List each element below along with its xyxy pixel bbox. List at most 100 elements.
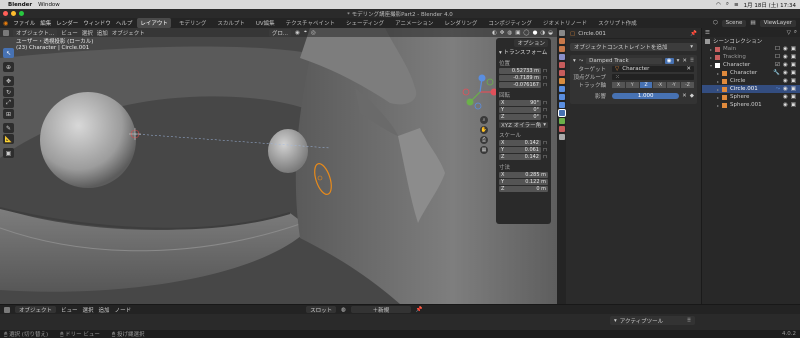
workspace-tab-sculpt[interactable]: スカルプト — [214, 18, 248, 28]
outliner-item-circle[interactable]: ▸ Circle ◉ ▣ — [702, 77, 800, 85]
animate-icon[interactable]: ◆ — [690, 93, 694, 99]
visibility-icon[interactable]: ◐ — [492, 30, 497, 36]
lower-menu-add[interactable]: 追加 — [99, 306, 110, 314]
outliner-item-main[interactable]: ▸ Main ☐ ◉ ▣ — [702, 45, 800, 53]
shading-material-icon[interactable]: ◑ — [540, 30, 545, 36]
transform-orientation-dropdown[interactable]: グロ... — [268, 28, 292, 37]
texture-tab-icon[interactable] — [558, 134, 565, 140]
collapse-icon[interactable]: ▾ — [573, 58, 576, 64]
editor-type-icon[interactable] — [3, 29, 9, 36]
viewport-menu-view[interactable]: ビュー — [61, 29, 78, 37]
output-tab-icon[interactable] — [558, 46, 565, 52]
constraint-delete-icon[interactable]: ✕ — [682, 58, 687, 64]
outliner-item-sphere[interactable]: ▸ Sphere ◉ ▣ — [702, 93, 800, 101]
location-z-field[interactable]: -0.076167 — [499, 82, 541, 88]
exclude-checkbox-icon[interactable]: ☑ — [775, 62, 780, 68]
filter-icon[interactable]: ▽ — [787, 30, 791, 36]
lock-icon[interactable]: ⊓ — [543, 140, 548, 146]
control-center-icon[interactable]: ≡ — [734, 2, 739, 8]
constraint-enabled-icon[interactable]: ◉ — [664, 58, 674, 64]
constraint-name-field[interactable]: Damped Track — [586, 58, 662, 64]
render-tab-icon[interactable] — [558, 38, 565, 44]
axis-neg-x-button[interactable]: -X — [653, 82, 667, 88]
pin-icon[interactable]: 📌 — [690, 31, 697, 37]
outliner-item-sphere-001[interactable]: ▸ Sphere.001 ◉ ▣ — [702, 101, 800, 109]
camera-icon[interactable]: ▣ — [791, 86, 796, 93]
dimension-x-field[interactable]: X 0.285 m — [499, 172, 548, 178]
camera-icon[interactable]: ▣ — [791, 70, 796, 76]
world-tab-icon[interactable] — [558, 70, 565, 76]
menu-window[interactable]: ウィンドウ — [83, 19, 111, 27]
zoom-icon[interactable]: ⌕ — [480, 116, 488, 124]
material-browse-icon[interactable]: ◍ — [341, 307, 346, 313]
influence-slider[interactable]: 1.000 — [612, 93, 680, 99]
mac-menu-window[interactable]: Window — [38, 2, 60, 8]
camera-icon[interactable]: ▣ — [791, 54, 796, 60]
camera-icon[interactable]: ▣ — [791, 78, 796, 84]
workspace-tab-rendering[interactable]: レンダリング — [441, 18, 480, 28]
wifi-icon[interactable]: ◠ — [716, 2, 721, 8]
lock-icon[interactable]: ⊓ — [543, 100, 548, 106]
axis-z-button[interactable]: Z — [639, 82, 653, 88]
viewport-menu-select[interactable]: 選択 — [82, 29, 93, 37]
object-mode-dropdown[interactable]: オブジェクト... — [13, 28, 58, 37]
drag-handle-icon[interactable]: ⠿ — [687, 318, 691, 324]
lock-icon[interactable]: ⊓ — [543, 75, 548, 81]
lower-mode-dropdown[interactable]: オブジェクト — [15, 306, 57, 314]
transform-section-header[interactable]: ▾ トランスフォーム — [499, 48, 548, 56]
rotation-z-field[interactable]: Z 0° — [499, 114, 541, 120]
eye-icon[interactable]: ◉ — [783, 86, 788, 93]
scale-tool-icon[interactable]: ⤢ — [3, 98, 14, 108]
3d-viewport[interactable]: オブジェクト... ビュー 選択 追加 オブジェクト グロ... ◉ ⌖ ◎ ◐… — [0, 28, 557, 304]
eye-icon[interactable]: ◉ — [783, 46, 788, 52]
particles-tab-icon[interactable] — [558, 94, 565, 100]
material-tab-icon[interactable] — [558, 126, 565, 132]
eye-icon[interactable]: ◉ — [783, 102, 788, 108]
rotation-x-field[interactable]: X 90° — [499, 100, 541, 106]
menu-render[interactable]: レンダー — [56, 19, 78, 27]
menu-edit[interactable]: 編集 — [40, 19, 51, 27]
mac-clock[interactable]: 1月 18日 (土) 17:34 — [744, 1, 796, 9]
exclude-checkbox-icon[interactable]: ☐ — [775, 54, 780, 60]
location-y-field[interactable]: -0.7189 m — [499, 75, 541, 81]
search-icon[interactable]: ⌕ — [726, 1, 729, 8]
viewport-menu-add[interactable]: 追加 — [97, 29, 108, 37]
clear-icon[interactable]: ✕ — [686, 66, 691, 72]
axis-y-button[interactable]: Y — [625, 82, 639, 88]
workspace-tab-compositing[interactable]: コンポジティング — [485, 18, 535, 28]
add-constraint-dropdown[interactable]: オブジェクトコンストレイントを追加 ▾ — [570, 43, 697, 51]
dimension-z-field[interactable]: Z 0 m — [499, 186, 548, 192]
workspace-tab-texture-paint[interactable]: テクスチャペイント — [283, 18, 338, 28]
lock-icon[interactable]: ⊓ — [543, 82, 548, 88]
camera-icon[interactable]: ▣ — [791, 62, 796, 68]
workspace-tab-uv[interactable]: UV編集 — [253, 18, 278, 28]
perspective-toggle-icon[interactable]: ▦ — [480, 146, 488, 154]
scene-field[interactable]: Scene — [721, 19, 747, 27]
lock-icon[interactable]: ⊓ — [543, 107, 548, 113]
rotation-y-field[interactable]: Y 0° — [499, 107, 541, 113]
pivot-icon[interactable]: ◉ — [295, 30, 300, 36]
blender-logo-icon[interactable]: ◉ — [3, 20, 8, 27]
location-x-field[interactable]: 0.52733 m — [499, 68, 541, 74]
constraint-tab-icon[interactable] — [557, 109, 566, 117]
pan-hand-icon[interactable]: ✋ — [480, 126, 488, 134]
gizmo-toggle-icon[interactable]: ✥ — [500, 30, 505, 36]
eye-icon[interactable]: ◉ — [783, 62, 788, 68]
slot-dropdown[interactable]: スロット — [306, 306, 337, 314]
workspace-tab-layout[interactable]: レイアウト — [137, 18, 171, 28]
select-tool-icon[interactable]: ↖ — [3, 48, 14, 58]
view-layer-tab-icon[interactable] — [558, 54, 565, 60]
axis-neg-y-button[interactable]: -Y — [667, 82, 681, 88]
rotation-mode-dropdown[interactable]: XYZ オイラー角 ▾ — [499, 122, 548, 129]
vertex-group-field[interactable]: ⁙ — [612, 74, 694, 80]
view-layer-field[interactable]: ViewLayer — [759, 19, 796, 27]
exclude-checkbox-icon[interactable]: ☐ — [775, 46, 780, 52]
active-tool-panel[interactable]: ▾ アクティブツール ⠿ — [610, 316, 695, 325]
move-tool-icon[interactable]: ✥ — [3, 76, 14, 86]
camera-icon[interactable]: ▣ — [791, 46, 796, 52]
outliner-item-circle-001[interactable]: ▸ Circle.001 ⤳ ◉ ▣ — [702, 85, 800, 93]
object-tab-icon[interactable] — [558, 78, 565, 84]
snap-icon[interactable]: ⌖ — [304, 29, 307, 36]
lower-menu-view[interactable]: ビュー — [61, 306, 78, 314]
camera-icon[interactable]: ▣ — [791, 102, 796, 108]
